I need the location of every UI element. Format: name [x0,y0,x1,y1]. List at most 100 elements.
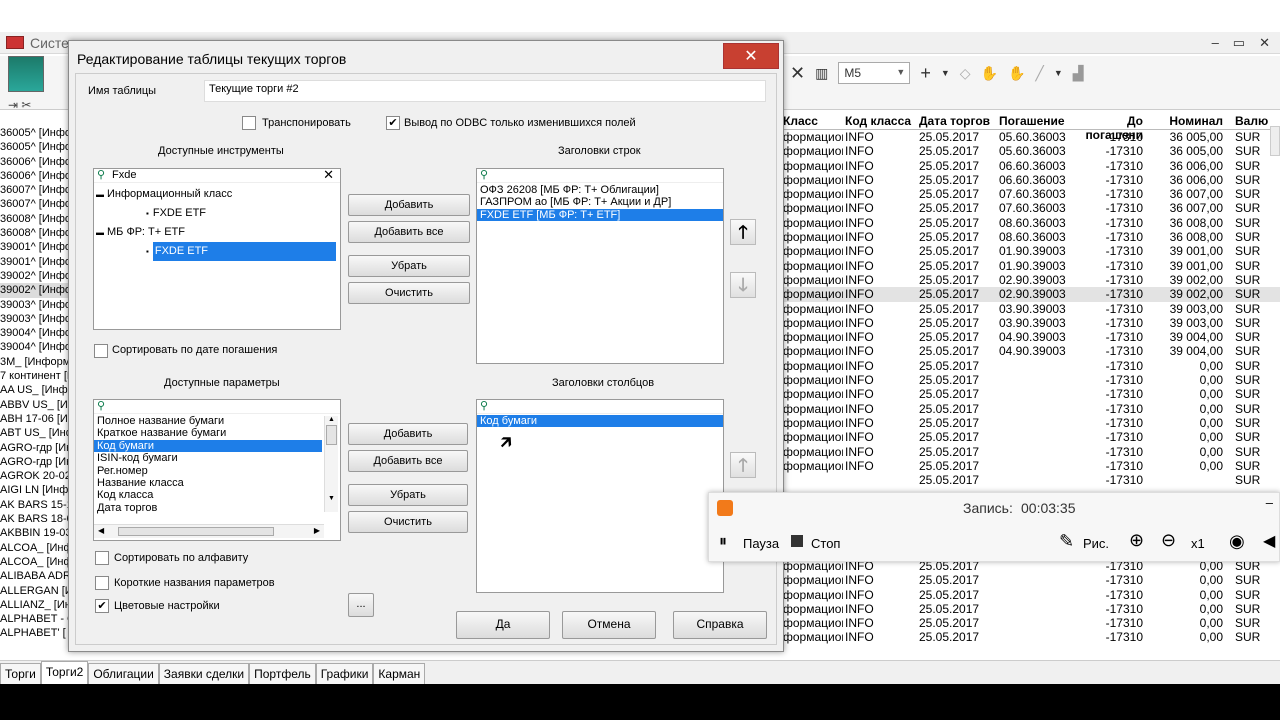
toolbar-key-icon[interactable]: ⇥ ✂ [8,98,31,112]
params-list[interactable]: ⚲ Полное название бумаги Краткое название… [93,399,341,541]
tab-1[interactable]: Торги2 [40,661,89,684]
column-header[interactable]: Погашение [999,114,1071,129]
list-item[interactable]: ОФЗ 26208 [МБ ФР: Т+ Облигации] [477,184,723,196]
odbc-checkbox[interactable]: ✔ [386,116,400,130]
params-vscroll[interactable]: ▲ ▼ [324,416,338,512]
bar-chart-icon[interactable]: ▥ [815,65,828,82]
list-item[interactable]: ABBV US_ [Ин [0,398,68,412]
clear-search-icon[interactable]: ✕ [323,169,334,183]
list-item[interactable]: 39004^ [Инфо [0,326,68,340]
close-chart-icon[interactable]: ✕ [790,63,805,84]
list-item[interactable]: Название класса [94,477,322,489]
eraser-icon[interactable]: ◇ [960,65,971,82]
table-row[interactable]: формационныINFO 25.05.2017 08.60.36003 -173… [783,216,1280,230]
instruments-search[interactable]: ⚲ Fxde ✕ [94,169,340,183]
scroll-down-icon[interactable]: ▼ [325,495,338,502]
row-headers-search[interactable]: ⚲ [477,169,723,183]
list-item[interactable]: Полное название бумаги [94,415,322,427]
list-item[interactable]: ABH 17-06 [Ин [0,412,68,426]
timeframe-select[interactable]: M5 [838,62,911,84]
add-param-button[interactable]: Добавить [348,423,468,445]
instruments-tree[interactable]: ⚲ Fxde ✕ ▬ Информационный класс ▪ FXDE ETF ▬… [93,168,341,330]
table-scrollbar[interactable] [1270,126,1280,156]
list-item[interactable]: 39003^ [Инфо [0,298,68,312]
list-item[interactable]: ГАЗПРОМ ао [МБ ФР: Т+ Акции и ДР] [477,196,723,208]
ok-button[interactable]: Да [456,611,550,639]
ellipsis-button[interactable]: ... [348,593,374,617]
close-icon[interactable]: ✕ [1259,35,1270,51]
tree-node[interactable]: ▪ FXDE ETF [94,242,340,261]
table-row[interactable]: формационныINFO 25.05.2017 07.60.36003 -173… [783,187,1280,201]
list-item[interactable]: 3M_ [Информ [0,355,68,369]
table-row[interactable]: формационныINFO 25.05.2017 07.60.36003 -173… [783,201,1280,215]
list-item[interactable]: ALLIANZ_ [Ин [0,598,68,612]
pause-button[interactable]: Пауза [743,536,779,551]
list-item[interactable]: ALPHABET - C [0,612,68,626]
list-item[interactable]: AK BARS 18-0 [0,512,68,526]
recorder-minimize-icon[interactable]: – [1266,495,1273,510]
list-item[interactable]: AA US_ [Инф [0,383,68,397]
table-row[interactable]: формационныINFO 25.05.2017 -17310 0,00 SUR [783,402,1280,416]
list-item[interactable]: 39001^ [Инфо [0,240,68,254]
list-item[interactable]: 36006^ [Инфо [0,169,68,183]
list-item[interactable]: 36006^ [Инфо [0,155,68,169]
list-item[interactable]: ALLERGAN [Ин [0,584,68,598]
column-header[interactable]: Номинал [1145,114,1223,129]
list-item[interactable]: Код бумаги [477,415,723,428]
table-row[interactable]: формационныINFO 25.05.2017 -17310 0,00 SUR [783,616,1280,630]
remove-param-button[interactable]: Убрать [348,484,468,506]
pen-icon[interactable]: ✎ [1059,531,1074,552]
table-row[interactable]: формационныINFO 25.05.2017 -17310 0,00 SUR [783,588,1280,602]
column-header[interactable]: Код класса [843,114,919,129]
table-row[interactable]: формационныINFO 25.05.2017 -17310 0,00 SUR [783,387,1280,401]
params-search[interactable]: ⚲ [94,400,340,414]
help-button[interactable]: Справка [673,611,767,639]
table-name-input[interactable]: Текущие торги #2 [204,80,766,102]
clear-instruments-button[interactable]: Очистить [348,282,470,304]
list-item[interactable]: ALIBABA ADR [0,569,68,583]
list-item[interactable]: 39003^ [Инфо [0,312,68,326]
list-item[interactable]: 39001^ [Инфо [0,255,68,269]
table-row[interactable]: формационныINFO 25.05.2017 -17310 0,00 SUR [783,573,1280,587]
add-instrument-button[interactable]: Добавить [348,194,470,216]
list-item[interactable]: 36005^ [Инфо [0,140,68,154]
scroll-up-icon[interactable]: ▲ [325,416,338,423]
list-item[interactable]: 39004^ [Инфо [0,340,68,354]
sort-by-maturity-checkbox[interactable] [94,344,108,358]
remove-instrument-button[interactable]: Убрать [348,255,470,277]
minimize-icon[interactable]: – [1212,35,1219,51]
table-row[interactable]: формационныINFO 25.05.2017 03.90.39003 -173… [783,302,1280,316]
table-row[interactable]: формационныINFO 25.05.2017 02.90.39003 -173… [783,287,1280,302]
tab-2[interactable]: Облигации [88,663,159,684]
list-item[interactable]: ALCOA_ [Инф [0,541,68,555]
table-row[interactable]: формационныINFO 25.05.2017 -17310 0,00 SUR [783,416,1280,430]
hand-grab-icon[interactable]: ✋ [1008,65,1025,82]
list-item[interactable]: 36007^ [Инфо [0,197,68,211]
hand-icon[interactable]: ✋ [981,65,998,82]
table-row[interactable]: формационныINFO 25.05.2017 03.90.39003 -173… [783,316,1280,330]
list-item[interactable]: ALCOA_ [Инф [0,555,68,569]
list-item[interactable]: Краткое название бумаги [94,427,322,439]
zoom-in-icon[interactable]: ⊕ [1129,530,1144,551]
params-hscroll-thumb[interactable] [118,527,274,536]
table-row[interactable]: 25.05.2017 -17310 SUR [783,473,1280,487]
instrument-list[interactable]: 36005^ [Инфо 36005^ [Инфо 36006^ [Инфо 3600… [0,126,68,641]
table-row[interactable]: формационныINFO 25.05.2017 01.90.39003 -173… [783,244,1280,258]
table-row[interactable]: формационныINFO 25.05.2017 -17310 0,00 SUR [783,602,1280,616]
line-tool-icon[interactable]: ╱ [1035,65,1043,82]
speaker-icon[interactable]: ◀ [1263,531,1275,551]
list-item[interactable]: AGRO-гдр [Ин [0,441,68,455]
params-vscroll-thumb[interactable] [326,425,337,445]
list-item[interactable]: 39002^ [Инфо [0,283,68,298]
add-icon[interactable]: + [920,63,931,84]
scroll-right-icon[interactable]: ▶ [314,526,320,535]
row-headers-list[interactable]: ⚲ ОФЗ 26208 [МБ ФР: Т+ Облигации] ГАЗПРОМ… [476,168,724,364]
table-row[interactable]: формационныINFO 25.05.2017 02.90.39003 -173… [783,273,1280,287]
stop-icon[interactable] [791,535,803,547]
list-item[interactable]: 39002^ [Инфо [0,269,68,283]
add-all-instruments-button[interactable]: Добавить все [348,221,470,243]
list-item[interactable]: Рег.номер [94,465,322,477]
dropdown-icon[interactable]: ▼ [1054,68,1063,78]
indicator-icon[interactable]: ▟ [1073,65,1084,82]
table-row[interactable]: формационныINFO 25.05.2017 01.90.39003 -173… [783,259,1280,273]
